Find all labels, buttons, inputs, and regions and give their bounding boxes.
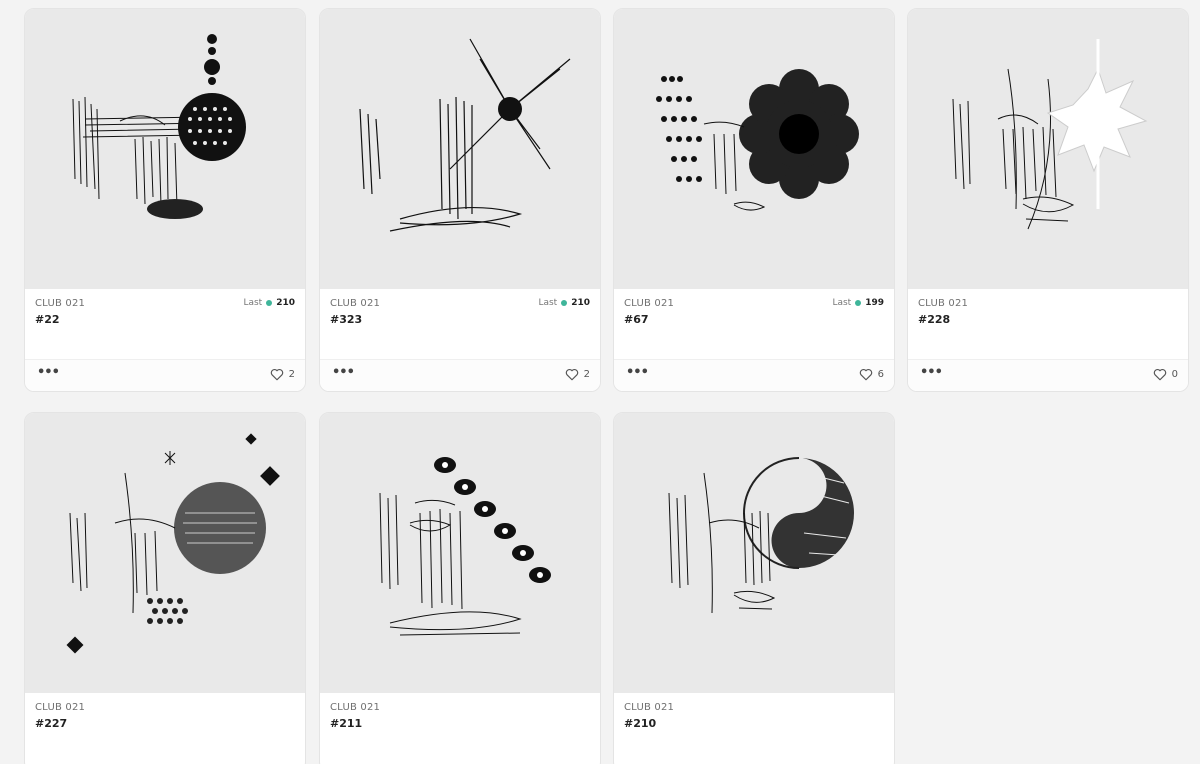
heart-icon <box>565 368 578 381</box>
card-footer: ••• 2 <box>25 359 305 391</box>
token-id[interactable]: #67 <box>624 313 649 326</box>
last-sale-label: Last <box>243 298 263 308</box>
token-id[interactable]: #210 <box>624 717 656 730</box>
like-button[interactable]: 6 <box>859 368 884 381</box>
heart-icon <box>859 368 872 381</box>
last-sale: Last 210 <box>243 298 295 308</box>
like-button[interactable]: 2 <box>565 368 590 381</box>
artwork-eyes-arc <box>379 457 551 636</box>
nft-card[interactable]: CLUB 021 #211 <box>319 412 601 764</box>
eth-dot-icon <box>266 300 273 306</box>
like-count: 6 <box>877 369 884 380</box>
nft-card[interactable]: CLUB 021 #67 Last 199 ••• 6 <box>613 8 895 392</box>
last-sale-price: 199 <box>865 298 884 308</box>
artwork-white-splash <box>952 39 1148 230</box>
nft-artwork[interactable] <box>25 413 305 693</box>
collection-name[interactable]: CLUB 021 <box>624 298 674 309</box>
more-dots-icon[interactable]: ••• <box>626 366 649 379</box>
collection-name[interactable]: CLUB 021 <box>35 298 85 309</box>
card-meta: CLUB 021 #323 Last 210 <box>330 298 590 338</box>
collection-name[interactable]: CLUB 021 <box>330 298 380 309</box>
like-button[interactable]: 2 <box>270 368 295 381</box>
artwork-yin-yang <box>668 457 854 614</box>
last-sale-label: Last <box>832 298 852 308</box>
more-dots-icon[interactable]: ••• <box>332 366 355 379</box>
card-meta: CLUB 021 #67 Last 199 <box>624 298 884 338</box>
artwork-moon-diamonds <box>66 433 280 654</box>
last-sale-label: Last <box>538 298 558 308</box>
token-id[interactable]: #211 <box>330 717 362 730</box>
last-sale-price: 210 <box>276 298 295 308</box>
card-meta: CLUB 021 #228 <box>918 298 1178 338</box>
collection-name[interactable]: CLUB 021 <box>624 702 674 713</box>
eth-dot-icon <box>855 300 862 306</box>
nft-artwork[interactable] <box>320 9 600 289</box>
nft-artwork[interactable] <box>614 9 894 289</box>
artwork-flower <box>656 69 859 211</box>
nft-card[interactable]: CLUB 021 #210 <box>613 412 895 764</box>
last-sale: Last 210 <box>538 298 590 308</box>
more-dots-icon[interactable]: ••• <box>37 366 60 379</box>
nft-artwork[interactable] <box>25 9 305 289</box>
token-id[interactable]: #22 <box>35 313 60 326</box>
last-sale-price: 210 <box>571 298 590 308</box>
card-footer: ••• 6 <box>614 359 894 391</box>
more-dots-icon[interactable]: ••• <box>920 366 943 379</box>
card-meta: CLUB 021 #210 <box>624 702 884 742</box>
heart-icon <box>1153 368 1166 381</box>
artwork-halftone-orb <box>72 34 246 219</box>
card-meta: CLUB 021 #227 <box>35 702 295 742</box>
nft-card[interactable]: CLUB 021 #227 <box>24 412 306 764</box>
last-sale: Last 199 <box>832 298 884 308</box>
nft-artwork[interactable] <box>320 413 600 693</box>
like-button[interactable]: 0 <box>1153 368 1178 381</box>
nft-artwork[interactable] <box>614 413 894 693</box>
nft-card[interactable]: CLUB 021 #22 Last 210 ••• 2 <box>24 8 306 392</box>
like-count: 0 <box>1171 369 1178 380</box>
collection-name[interactable]: CLUB 021 <box>330 702 380 713</box>
card-footer: ••• 2 <box>320 359 600 391</box>
card-footer: ••• 0 <box>908 359 1188 391</box>
token-id[interactable]: #323 <box>330 313 362 326</box>
token-id[interactable]: #228 <box>918 313 950 326</box>
nft-card[interactable]: CLUB 021 #228 ••• 0 <box>907 8 1189 392</box>
card-meta: CLUB 021 #211 <box>330 702 590 742</box>
nft-card[interactable]: CLUB 021 #323 Last 210 ••• 2 <box>319 8 601 392</box>
eth-dot-icon <box>561 300 568 306</box>
token-id[interactable]: #227 <box>35 717 67 730</box>
collection-name[interactable]: CLUB 021 <box>35 702 85 713</box>
like-count: 2 <box>583 369 590 380</box>
like-count: 2 <box>288 369 295 380</box>
nft-artwork[interactable] <box>908 9 1188 289</box>
artwork-burst <box>359 38 571 232</box>
heart-icon <box>270 368 283 381</box>
collection-name[interactable]: CLUB 021 <box>918 298 968 309</box>
card-meta: CLUB 021 #22 Last 210 <box>35 298 295 338</box>
